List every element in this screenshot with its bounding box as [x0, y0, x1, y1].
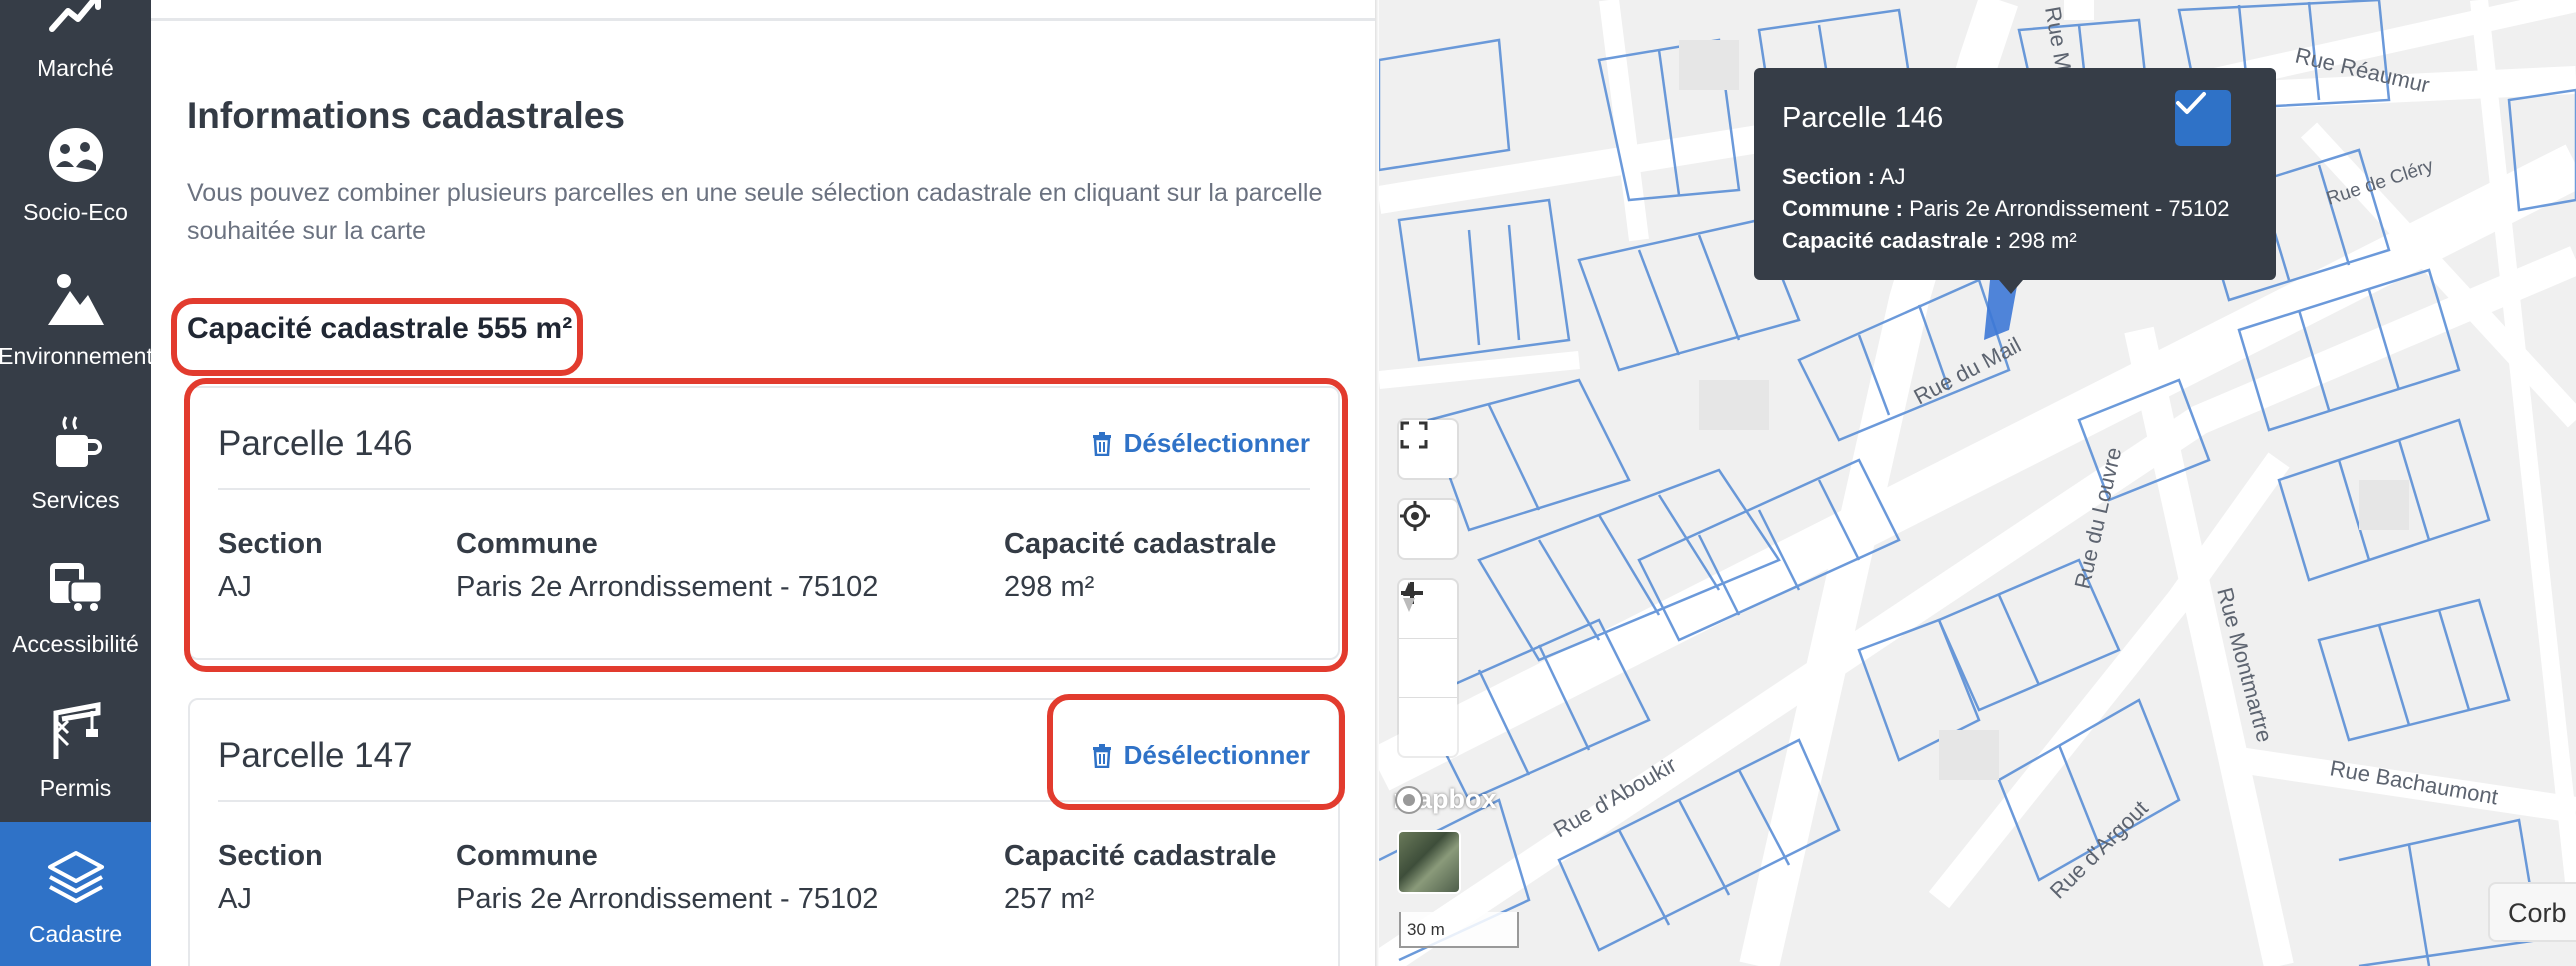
sidebar: Marché Socio-Eco Environnement Services …: [0, 0, 153, 966]
sidebar-item-label: Accessibilité: [12, 631, 139, 657]
sidebar-item-label: Socio-Eco: [23, 199, 128, 225]
zoom-control: [1399, 580, 1457, 756]
sidebar-item-marche[interactable]: Marché: [0, 0, 151, 100]
check-icon: [2176, 92, 2206, 114]
compass-button[interactable]: [1399, 582, 1457, 756]
deselect-button[interactable]: Désélectionner: [1092, 428, 1310, 459]
section-value: AJ: [218, 883, 252, 915]
tooltip-pointer: [1999, 280, 2023, 294]
geolocate-icon[interactable]: [1399, 500, 1457, 558]
sidebar-item-cadastre[interactable]: Cadastre: [0, 822, 151, 966]
sidebar-item-label: Marché: [37, 55, 114, 81]
capacity-value: 257 m²: [1004, 883, 1095, 915]
sidebar-item-label: Cadastre: [28, 921, 123, 947]
parcel-title: Parcelle 147: [218, 736, 413, 775]
parcel-card: Parcelle 147 Désélectionner Section AJ C…: [188, 698, 1340, 966]
panel-description: Vous pouvez combiner plusieurs parcelles…: [187, 179, 1323, 245]
satellite-toggle[interactable]: [1399, 832, 1459, 892]
section-label: Section: [218, 528, 323, 560]
trash-icon: [1092, 743, 1111, 768]
sidebar-item-services[interactable]: Services: [0, 388, 151, 532]
capacity-label: Capacité cadastrale: [1004, 840, 1277, 872]
deselect-label: Désélectionner: [1123, 428, 1310, 458]
trash-icon: [1092, 431, 1111, 456]
sidebar-item-accessibilite[interactable]: Accessibilité: [0, 532, 151, 676]
parcel-title: Parcelle 146: [218, 424, 413, 463]
sidebar-item-label: Services: [31, 487, 120, 513]
capacity-value: 298 m²: [1004, 571, 1095, 603]
parcel-tooltip: Parcelle 146 Section : AJ Commune : Pari…: [1754, 68, 2276, 280]
mountain-icon: [46, 269, 106, 329]
divider: [218, 488, 1310, 490]
chart-trend-icon: [46, 0, 106, 41]
commune-value: Paris 2e Arrondissement - 75102: [456, 571, 879, 603]
section-value: AJ: [218, 571, 252, 603]
tooltip-title: Parcelle 146: [1782, 102, 1944, 134]
zoom-out-button[interactable]: [1399, 591, 1457, 697]
tooltip-commune: Commune : Paris 2e Arrondissement - 7510…: [1782, 196, 2230, 221]
sidebar-item-label: Environnement: [0, 343, 153, 369]
tooltip-capacity: Capacité cadastrale : 298 m²: [1782, 228, 2077, 253]
map-view[interactable]: Rue Réaumur Rue de Cléry Rue du Mail Rue…: [1379, 0, 2576, 966]
fullscreen-icon[interactable]: [1399, 420, 1457, 478]
mapbox-logo[interactable]: mapbox: [1393, 784, 1497, 815]
compass-icon: [1403, 582, 1415, 612]
transport-icon: [46, 557, 106, 617]
sidebar-item-environnement[interactable]: Environnement: [0, 244, 153, 388]
divider: [151, 18, 1375, 21]
commune-label: Commune: [456, 528, 598, 560]
commune-label: Commune: [456, 840, 598, 872]
search-input[interactable]: Corb: [2488, 882, 2576, 942]
sidebar-item-label: Permis: [39, 775, 112, 801]
sidebar-item-permis[interactable]: Permis: [0, 676, 151, 820]
sidebar-item-socio-eco[interactable]: Socio-Eco: [0, 100, 151, 244]
people-icon: [46, 125, 106, 185]
tooltip-section: Section : AJ: [1782, 164, 1906, 189]
coffee-cup-icon: [46, 413, 106, 473]
mapbox-icon: [1395, 786, 1423, 814]
scale-bar: 30 m: [1399, 912, 1519, 948]
cadastre-panel: Informations cadastrales Vous pouvez com…: [151, 0, 1375, 966]
deselect-label: Désélectionner: [1123, 740, 1310, 770]
deselect-button[interactable]: Désélectionner: [1092, 740, 1310, 771]
total-capacity: Capacité cadastrale 555 m²: [187, 312, 573, 345]
crane-icon: [46, 701, 106, 761]
page-title: Informations cadastrales: [187, 95, 625, 136]
capacity-label: Capacité cadastrale: [1004, 528, 1277, 560]
select-checkbox[interactable]: [2175, 90, 2231, 146]
parcel-card: Parcelle 146 Désélectionner Section AJ C…: [188, 386, 1340, 660]
section-label: Section: [218, 840, 323, 872]
fullscreen-control[interactable]: [1399, 420, 1457, 478]
layers-icon: [46, 847, 106, 907]
commune-value: Paris 2e Arrondissement - 75102: [456, 883, 879, 915]
divider: [218, 800, 1310, 802]
geolocate-control[interactable]: [1399, 500, 1457, 558]
